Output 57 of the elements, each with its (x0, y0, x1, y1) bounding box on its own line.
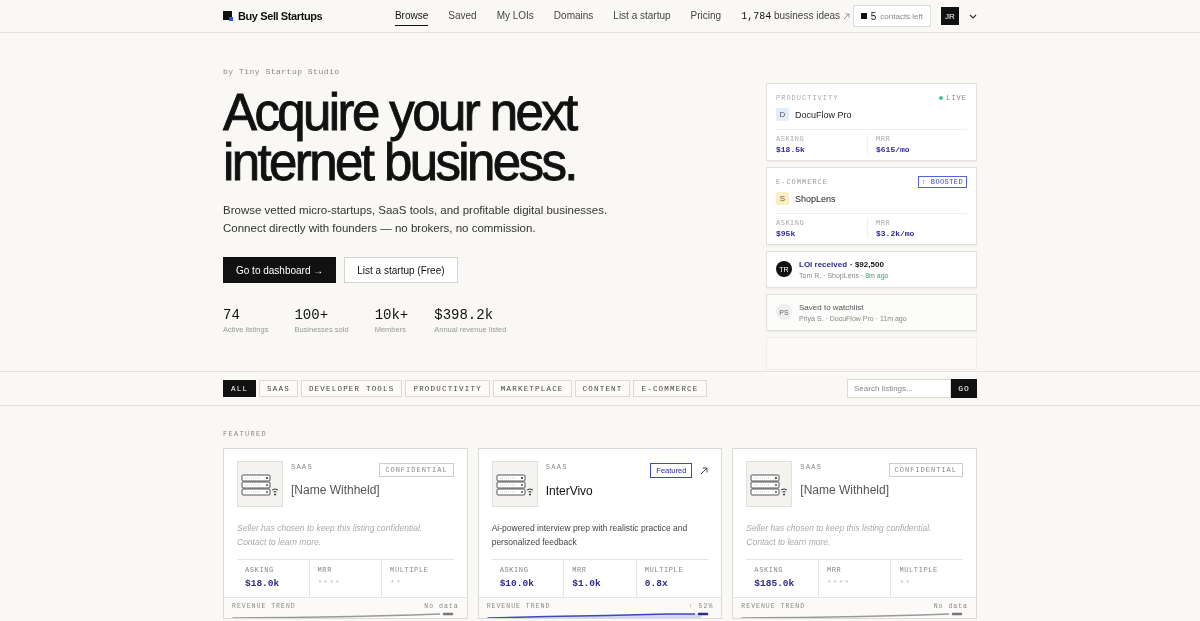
metric-value: $18.0k (245, 578, 281, 589)
metric-value: $18.5k (776, 145, 806, 154)
nav-tab[interactable]: List a startup (613, 6, 671, 26)
metric-value: ** (899, 578, 913, 587)
metric-value: **** (826, 578, 852, 587)
byline: by Tiny Startup Studio (223, 67, 341, 76)
brand-name[interactable]: Buy Sell Startups (238, 10, 323, 22)
square-icon (860, 13, 867, 19)
metric-value: $10.0k (499, 578, 535, 589)
hero-subtitle: Browse vetted micro-startups, SaaS tools, and profitable digital businesses. Connect directly with founders — no brokers, no commission. (223, 203, 609, 236)
metric-value: ** (390, 578, 403, 587)
nav-tab[interactable]: Pricing (690, 6, 722, 26)
server-rack-icon (495, 471, 534, 497)
metric-value: $185.0k (754, 578, 796, 589)
go-button[interactable]: GO (951, 379, 977, 398)
nav-tab[interactable]: My LOIs (496, 6, 534, 26)
activity-title: LOI received · $92,500 (799, 260, 885, 269)
stat-value: $398.2k (434, 307, 495, 323)
status-dot (939, 95, 944, 100)
listing-description: Seller has chosen to keep this listing confidential. Contact to learn more. (237, 522, 424, 549)
server-rack-icon (241, 471, 279, 497)
activity-title: Saved to watchlist (799, 303, 865, 312)
stat-value: 74 (223, 307, 241, 323)
contacts-count: 5 (870, 10, 877, 22)
business-ideas-link[interactable]: 1,784 business ideas (741, 10, 841, 22)
listing-name: ShopLens (795, 193, 836, 204)
metric-value: $95k (776, 229, 797, 238)
stat-value: 100+ (294, 307, 330, 323)
hero-title: Acquire your next internet business. (223, 88, 578, 188)
listing-name: [Name Withheld] (291, 483, 381, 497)
metric-value: $3.2k/mo (876, 229, 916, 238)
listing-description: Seller has chosen to keep this listing confidential. Contact to learn more. (746, 522, 933, 549)
listing-description: Ai-powered interview prep with realistic practice and personalized feedback (491, 522, 689, 549)
initial-avatar: D (776, 108, 789, 121)
nav-tab[interactable]: Domains (553, 6, 594, 26)
nav-tab[interactable]: Browse (394, 6, 429, 26)
external-link-icon[interactable] (700, 466, 709, 475)
metric-value: 0.8x (644, 578, 669, 589)
contacts-left-counter[interactable]: 5 contacts left (852, 5, 931, 27)
user-avatar[interactable]: JR (941, 7, 959, 25)
nav-tab[interactable]: Saved (448, 6, 477, 26)
listing-name: InterVivo (545, 484, 594, 498)
contacts-label: contacts left (880, 11, 923, 21)
metric-value: $615/mo (876, 145, 911, 154)
list-startup-button[interactable]: List a startup (Free) (344, 257, 458, 283)
search-field[interactable]: Search listings... (847, 379, 951, 398)
metric-value: $1.0k (572, 578, 602, 589)
listing-name: DocuFlow Pro (795, 109, 852, 120)
metric-value: **** (317, 578, 342, 587)
dashboard-button[interactable]: Go to dashboard → (223, 257, 337, 283)
listing-name: [Name Withheld] (800, 483, 891, 497)
logo-icon (223, 11, 233, 21)
external-link-icon (843, 12, 851, 20)
stat-value: 10k+ (374, 307, 409, 323)
server-rack-icon (750, 471, 789, 497)
chevron-down-icon[interactable] (969, 13, 977, 19)
initial-avatar: S (776, 192, 789, 205)
